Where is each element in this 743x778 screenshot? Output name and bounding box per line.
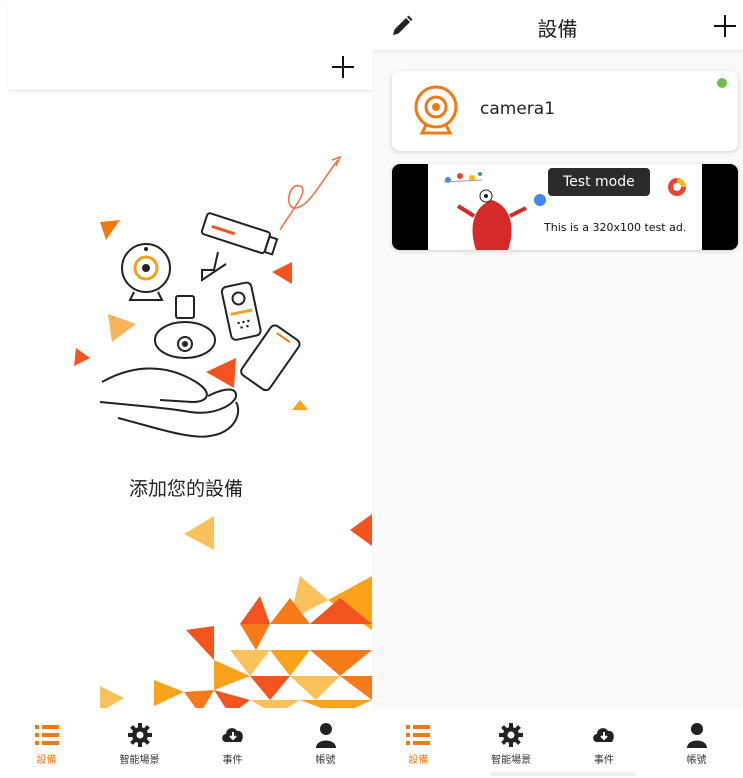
ad-brand-logo-icon (668, 178, 686, 196)
webcam-icon (414, 85, 458, 135)
right-screen-device-list: 設備 camera1 Test mode This is a 320x100 t… (372, 0, 743, 778)
page-title: 設備 (537, 17, 578, 41)
nav-account[interactable]: 帳號 (657, 722, 737, 766)
bottom-nav-right: 設備 智能場景 事件 帳號 (372, 708, 743, 778)
add-device-button[interactable] (329, 53, 357, 81)
user-icon (315, 723, 336, 748)
left-header-bar (8, 0, 372, 91)
nav-account[interactable]: 帳號 (286, 722, 366, 766)
right-header-bar: 設備 (372, 0, 743, 50)
triangle-pattern-decoration (100, 514, 372, 715)
empty-state-message: 添加您的設備 (128, 478, 243, 500)
list-icon (34, 725, 59, 745)
ad-text: This is a 320x100 test ad. (544, 221, 687, 234)
nav-devices[interactable]: 設備 (7, 722, 87, 766)
cloud-download-icon (593, 728, 614, 742)
nav-smart-scenes[interactable]: 智能場景 (471, 722, 551, 766)
gear-icon (499, 723, 524, 747)
online-status-dot (717, 78, 727, 88)
ad-content: Test mode This is a 320x100 test ad. (428, 164, 702, 250)
nav-label: 設備 (408, 755, 429, 766)
nav-events[interactable]: 事件 (193, 722, 273, 766)
nav-label: 智能場景 (491, 755, 532, 766)
gear-icon (127, 723, 152, 747)
list-icon (406, 725, 431, 745)
nav-label: 智能場景 (119, 755, 160, 766)
nav-events[interactable]: 事件 (564, 722, 644, 766)
home-indicator (490, 772, 636, 776)
left-screen-empty-devices: 添加您的設備 設備 智能場景 事件 帳號 (0, 0, 372, 778)
nav-label: 事件 (222, 755, 243, 766)
nav-label: 帳號 (315, 755, 336, 766)
cloud-download-icon (221, 728, 243, 742)
device-name: camera1 (480, 99, 556, 119)
nav-label: 帳號 (686, 755, 707, 766)
nav-devices[interactable]: 設備 (378, 722, 458, 766)
add-devices-illustration (74, 155, 342, 438)
ad-banner[interactable]: Test mode This is a 320x100 test ad. (392, 164, 738, 250)
nav-smart-scenes[interactable]: 智能場景 (100, 722, 180, 766)
user-icon (686, 723, 707, 748)
ad-monster-illustration (443, 172, 546, 250)
nav-label: 設備 (36, 755, 57, 766)
nav-label: 事件 (593, 755, 614, 766)
test-mode-badge: Test mode (548, 168, 650, 196)
add-device-button[interactable] (711, 12, 739, 40)
device-card[interactable]: camera1 (392, 71, 738, 151)
bottom-nav-left: 設備 智能場景 事件 帳號 (0, 708, 372, 778)
